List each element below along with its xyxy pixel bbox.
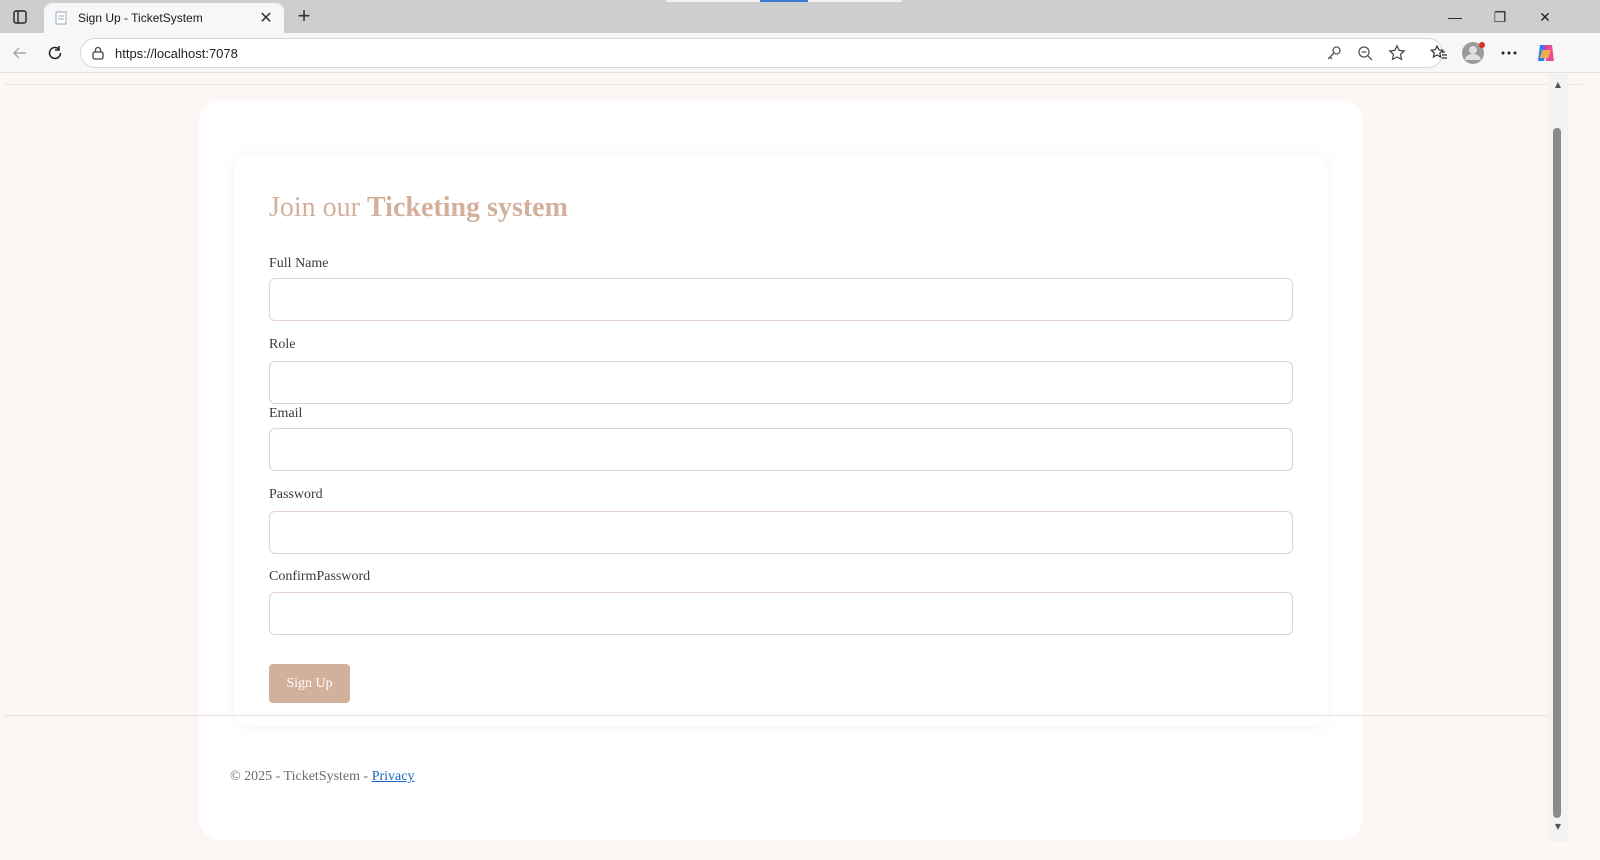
email-label: Email [269, 406, 303, 421]
email-input[interactable] [269, 428, 1293, 471]
restore-button[interactable]: ❐ [1477, 4, 1523, 30]
signup-card: Join our Ticketing system Full Name Role… [234, 156, 1328, 726]
tab-title: Sign Up - TicketSystem [78, 11, 203, 25]
tab-close-icon[interactable]: ✕ [258, 8, 274, 28]
page-scrollbar[interactable]: ▲ ▼ [1548, 74, 1568, 842]
url-text: https://localhost:7078 [115, 45, 238, 61]
back-icon[interactable] [8, 41, 32, 65]
footer: © 2025 - TicketSystem - Privacy [230, 769, 414, 785]
content-container: Join our Ticketing system Full Name Role… [199, 100, 1363, 840]
minimize-button[interactable]: — [1432, 4, 1478, 30]
key-icon[interactable] [1322, 41, 1346, 65]
page-title: Join our Ticketing system [269, 192, 568, 224]
address-bar[interactable]: https://localhost:7078 [80, 38, 1443, 68]
heading-bold: Ticketing system [367, 192, 568, 223]
copilot-icon[interactable] [1534, 41, 1558, 65]
footer-copyright: © 2025 - TicketSystem - [230, 769, 372, 784]
full-name-label: Full Name [269, 256, 329, 271]
browser-tab-bar: Sign Up - TicketSystem ✕ + — ❐ ✕ [0, 0, 1600, 33]
refresh-icon[interactable] [43, 41, 67, 65]
sign-up-button[interactable]: Sign Up [269, 664, 350, 703]
scroll-thumb[interactable] [1553, 128, 1561, 818]
confirm-password-label: ConfirmPassword [269, 569, 371, 584]
tab-strip-marker [666, 0, 760, 2]
profile-icon[interactable] [1461, 41, 1485, 65]
tab-actions-icon[interactable] [10, 7, 30, 27]
tab-strip-marker [808, 0, 902, 2]
confirm-password-input[interactable] [269, 592, 1293, 635]
full-name-input[interactable] [269, 278, 1293, 321]
footer-divider [4, 715, 1552, 716]
zoom-out-icon[interactable] [1353, 41, 1377, 65]
role-input[interactable] [269, 361, 1293, 404]
role-label: Role [269, 337, 296, 352]
page-favicon [54, 11, 68, 25]
page-viewport: Join our Ticketing system Full Name Role… [4, 74, 1582, 856]
more-icon[interactable] [1497, 41, 1521, 65]
new-tab-button[interactable]: + [292, 4, 316, 28]
navbar-divider [4, 84, 1582, 85]
close-window-button[interactable]: ✕ [1522, 4, 1568, 30]
scroll-down-icon[interactable]: ▼ [1552, 822, 1564, 834]
tab-strip-marker-active [760, 0, 808, 2]
favorites-icon[interactable] [1427, 41, 1451, 65]
password-label: Password [269, 487, 323, 502]
heading-light: Join our [269, 192, 367, 223]
password-input[interactable] [269, 511, 1293, 554]
browser-toolbar: https://localhost:7078 [0, 33, 1600, 73]
lock-icon[interactable] [91, 46, 105, 60]
scroll-up-icon[interactable]: ▲ [1552, 80, 1564, 92]
privacy-link[interactable]: Privacy [372, 769, 415, 784]
favorite-star-icon[interactable] [1385, 41, 1409, 65]
active-tab[interactable]: Sign Up - TicketSystem ✕ [44, 3, 284, 33]
